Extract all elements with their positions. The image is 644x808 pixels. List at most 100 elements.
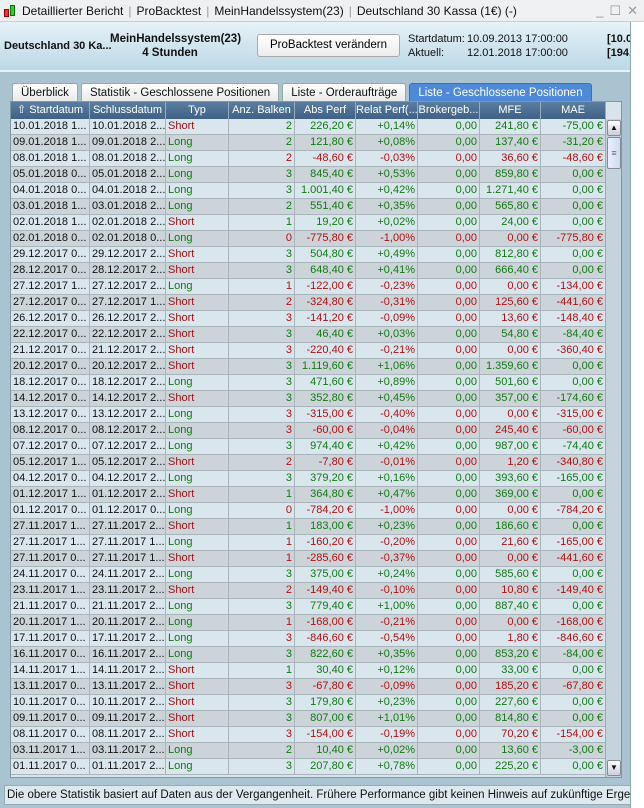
table-row[interactable]: 10.01.2018 1... 10.01.2018 2... Short 2 226,…: [11, 119, 606, 135]
cell-mae: 0,00 €: [541, 663, 606, 678]
table-row[interactable]: 16.11.2017 0... 16.11.2017 2... Long 3 822,6…: [11, 647, 606, 663]
column-type[interactable]: Typ: [166, 102, 229, 119]
table-row[interactable]: 01.11.2017 0... 01.11.2017 2... Long 3 207,8…: [11, 759, 606, 775]
table-row[interactable]: 07.12.2017 0... 07.12.2017 2... Long 3 974,4…: [11, 439, 606, 455]
scroll-down-icon[interactable]: ▼: [607, 760, 621, 776]
cell-type: Short: [166, 583, 229, 598]
table-row[interactable]: 24.11.2017 0... 24.11.2017 2... Long 3 375,0…: [11, 567, 606, 583]
table-row[interactable]: 03.01.2018 1... 03.01.2018 2... Long 2 551,4…: [11, 199, 606, 215]
table-row[interactable]: 01.12.2017 1... 01.12.2017 2... Short 1 364,…: [11, 487, 606, 503]
edit-backtest-button[interactable]: ProBacktest verändern: [257, 34, 400, 57]
column-abs-perf[interactable]: Abs Perf: [295, 102, 356, 119]
table-row[interactable]: 04.12.2017 0... 04.12.2017 2... Long 3 379,2…: [11, 471, 606, 487]
table-row[interactable]: 02.01.2018 1... 02.01.2018 2... Short 1 19,2…: [11, 215, 606, 231]
cell-start-date: 23.11.2017 1...: [11, 583, 90, 598]
table-row[interactable]: 27.11.2017 1... 27.11.2017 1... Long 1 -160,…: [11, 535, 606, 551]
table-row[interactable]: 17.11.2017 0... 17.11.2017 2... Long 3 -846,…: [11, 631, 606, 647]
table-row[interactable]: 20.11.2017 1... 20.11.2017 2... Long 1 -168,…: [11, 615, 606, 631]
cell-rel-perf: +1,06%: [356, 359, 418, 374]
table-row[interactable]: 08.01.2018 1... 08.01.2018 2... Long 2 -48,6…: [11, 151, 606, 167]
cell-start-date: 28.12.2017 0...: [11, 263, 90, 278]
table-row[interactable]: 09.01.2018 1... 09.01.2018 2... Long 2 121,8…: [11, 135, 606, 151]
cell-bars: 3: [229, 423, 295, 438]
cell-rel-perf: -0,40%: [356, 407, 418, 422]
table-row[interactable]: 02.01.2018 0... 02.01.2018 0... Long 0 -775,…: [11, 231, 606, 247]
cell-bars: 3: [229, 311, 295, 326]
table-row[interactable]: 21.12.2017 0... 21.12.2017 2... Short 3 -220…: [11, 343, 606, 359]
table-row[interactable]: 03.11.2017 1... 03.11.2017 2... Long 2 10,40…: [11, 743, 606, 759]
vertical-scrollbar[interactable]: ▲ ≡ ▼: [605, 119, 621, 777]
cell-end-date: 18.12.2017 2...: [92, 375, 166, 390]
cell-type: Short: [166, 311, 229, 326]
column-bars[interactable]: Anz. Balken: [229, 102, 295, 119]
maximize-icon[interactable]: ☐: [609, 3, 621, 19]
table-row[interactable]: 21.11.2017 0... 21.11.2017 2... Long 3 779,4…: [11, 599, 606, 615]
table-row[interactable]: 14.11.2017 1... 14.11.2017 2... Short 1 30,4…: [11, 663, 606, 679]
table-row[interactable]: 27.11.2017 0... 27.11.2017 1... Short 1 -285…: [11, 551, 606, 567]
cell-end-date: 05.01.2018 2...: [92, 167, 166, 182]
cell-broker-fee: 0,00: [418, 215, 480, 230]
cell-rel-perf: -0,03%: [356, 151, 418, 166]
table-row[interactable]: 01.12.2017 0... 01.12.2017 0... Long 0 -784,…: [11, 503, 606, 519]
close-icon[interactable]: ✕: [627, 3, 638, 19]
table-row[interactable]: 08.12.2017 0... 08.12.2017 2... Long 3 -60,0…: [11, 423, 606, 439]
cell-type: Short: [166, 343, 229, 358]
table-row[interactable]: 04.01.2018 0... 04.01.2018 2... Long 3 1.001…: [11, 183, 606, 199]
table-row[interactable]: 28.12.2017 0... 28.12.2017 2... Short 3 648,…: [11, 263, 606, 279]
table-row[interactable]: 27.11.2017 1... 27.11.2017 2... Short 1 183,…: [11, 519, 606, 535]
minimize-icon[interactable]: _: [596, 3, 603, 19]
scrollbar-thumb[interactable]: ≡: [607, 137, 621, 169]
cell-start-date: 03.11.2017 1...: [11, 743, 90, 758]
table-row[interactable]: 13.12.2017 0... 13.12.2017 2... Long 3 -315,…: [11, 407, 606, 423]
cell-start-date: 21.12.2017 0...: [11, 343, 90, 358]
cell-broker-fee: 0,00: [418, 295, 480, 310]
column-mae[interactable]: MAE: [541, 102, 606, 119]
column-end-date[interactable]: Schlussdatum: [90, 102, 166, 119]
scroll-up-icon[interactable]: ▲: [607, 120, 621, 136]
tab-orders[interactable]: Liste - Orderaufträge: [282, 83, 407, 102]
cell-bars: 2: [229, 151, 295, 166]
cell-mfe: 70,20 €: [480, 727, 541, 742]
tab-statistics[interactable]: Statistik - Geschlossene Positionen: [80, 83, 280, 102]
cell-type: Long: [166, 647, 229, 662]
cell-rel-perf: -0,23%: [356, 279, 418, 294]
table-row[interactable]: 26.12.2017 0... 26.12.2017 2... Short 3 -141…: [11, 311, 606, 327]
table-row[interactable]: 10.11.2017 0... 10.11.2017 2... Short 3 179,…: [11, 695, 606, 711]
table-row[interactable]: 20.12.2017 0... 20.12.2017 2... Short 3 1.11…: [11, 359, 606, 375]
cell-broker-fee: 0,00: [418, 631, 480, 646]
cell-abs-perf: 822,60 €: [295, 647, 356, 662]
table-row[interactable]: 05.01.2018 0... 05.01.2018 2... Long 3 845,4…: [11, 167, 606, 183]
start-date: 10.09.2013 17:00:00: [467, 33, 568, 45]
cell-mae: -441,60 €: [541, 295, 606, 310]
table-row[interactable]: 27.12.2017 1... 27.12.2017 2... Long 1 -122,…: [11, 279, 606, 295]
column-rel-perf[interactable]: Relat Perf(...: [356, 102, 418, 119]
cell-broker-fee: 0,00: [418, 375, 480, 390]
cell-broker-fee: 0,00: [418, 423, 480, 438]
table-row[interactable]: 14.12.2017 0... 14.12.2017 2... Short 3 352,…: [11, 391, 606, 407]
column-broker-fee[interactable]: Brokergeb...: [418, 102, 480, 119]
table-row[interactable]: 09.11.2017 0... 09.11.2017 2... Short 3 807,…: [11, 711, 606, 727]
table-row[interactable]: 05.12.2017 1... 05.12.2017 2... Short 2 -7,8…: [11, 455, 606, 471]
cell-mae: 0,00 €: [541, 247, 606, 262]
column-start-date[interactable]: ⇧ Startdatum: [11, 102, 90, 119]
cell-rel-perf: -1,00%: [356, 231, 418, 246]
cell-mfe: 369,00 €: [480, 487, 541, 502]
cell-start-date: 13.11.2017 0...: [11, 679, 90, 694]
table-row[interactable]: 13.11.2017 0... 13.11.2017 2... Short 3 -67,…: [11, 679, 606, 695]
table-row[interactable]: 27.12.2017 0... 27.12.2017 1... Short 2 -324…: [11, 295, 606, 311]
cell-end-date: 14.11.2017 2...: [92, 663, 166, 678]
table-row[interactable]: 23.11.2017 1... 23.11.2017 2... Short 2 -149…: [11, 583, 606, 599]
cell-rel-perf: +0,16%: [356, 471, 418, 486]
cell-abs-perf: 19,20 €: [295, 215, 356, 230]
cell-rel-perf: +0,89%: [356, 375, 418, 390]
title-backtest: ProBacktest: [136, 3, 202, 18]
table-row[interactable]: 22.12.2017 0... 22.12.2017 2... Short 3 46,4…: [11, 327, 606, 343]
table-row[interactable]: 08.11.2017 0... 08.11.2017 2... Short 3 -154…: [11, 727, 606, 743]
table-row[interactable]: 29.12.2017 0... 29.12.2017 2... Short 3 504,…: [11, 247, 606, 263]
table-row[interactable]: 18.12.2017 0... 18.12.2017 2... Long 3 471,6…: [11, 375, 606, 391]
tab-closed-positions[interactable]: Liste - Geschlossene Positionen: [409, 83, 592, 102]
column-mfe[interactable]: MFE: [480, 102, 541, 119]
cell-bars: 3: [229, 759, 295, 774]
tab-overview[interactable]: Überblick: [12, 83, 78, 102]
cell-end-date: 08.01.2018 2...: [92, 151, 166, 166]
